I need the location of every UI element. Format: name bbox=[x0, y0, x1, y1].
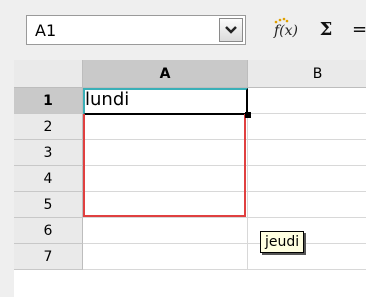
cell-b4[interactable] bbox=[248, 166, 366, 192]
row-header-5[interactable]: 5 bbox=[14, 192, 83, 218]
formula-button[interactable]: = bbox=[352, 16, 366, 44]
window-edge bbox=[0, 60, 14, 297]
row-header-4[interactable]: 4 bbox=[14, 166, 83, 192]
row-header-1[interactable]: 1 bbox=[14, 88, 83, 114]
row-header-2[interactable]: 2 bbox=[14, 114, 83, 140]
sum-button[interactable]: Σ bbox=[314, 16, 338, 44]
column-header-a[interactable]: A bbox=[83, 60, 248, 88]
name-box-dropdown-button[interactable] bbox=[219, 18, 243, 42]
cell-b1[interactable] bbox=[248, 88, 366, 114]
cell-b2[interactable] bbox=[248, 114, 366, 140]
fill-handle[interactable] bbox=[245, 112, 251, 118]
name-box[interactable]: A1 bbox=[26, 15, 246, 45]
row-header-3[interactable]: 3 bbox=[14, 140, 83, 166]
function-wizard-label: f(x) bbox=[274, 23, 299, 39]
cell-b5[interactable] bbox=[248, 192, 366, 218]
row-header-7[interactable]: 7 bbox=[14, 244, 83, 270]
cell-b3[interactable] bbox=[248, 140, 366, 166]
cell-a6[interactable] bbox=[83, 218, 248, 244]
chevron-down-icon bbox=[225, 26, 237, 34]
name-box-value[interactable]: A1 bbox=[35, 21, 56, 40]
spreadsheet-grid[interactable]: A B 1 2 3 4 5 6 7 lundi jeudi bbox=[14, 60, 366, 297]
formula-toolbar: A1 f(x) Σ = bbox=[0, 0, 366, 61]
select-all-corner[interactable] bbox=[14, 60, 83, 88]
cell-cursor bbox=[83, 88, 248, 115]
column-header-b[interactable]: B bbox=[248, 60, 366, 88]
function-wizard-button[interactable]: f(x) bbox=[270, 16, 298, 44]
cell-a7[interactable] bbox=[83, 244, 248, 270]
row-header-6[interactable]: 6 bbox=[14, 218, 83, 244]
autofill-tooltip: jeudi bbox=[260, 231, 305, 253]
autofill-range-outline bbox=[83, 114, 246, 217]
